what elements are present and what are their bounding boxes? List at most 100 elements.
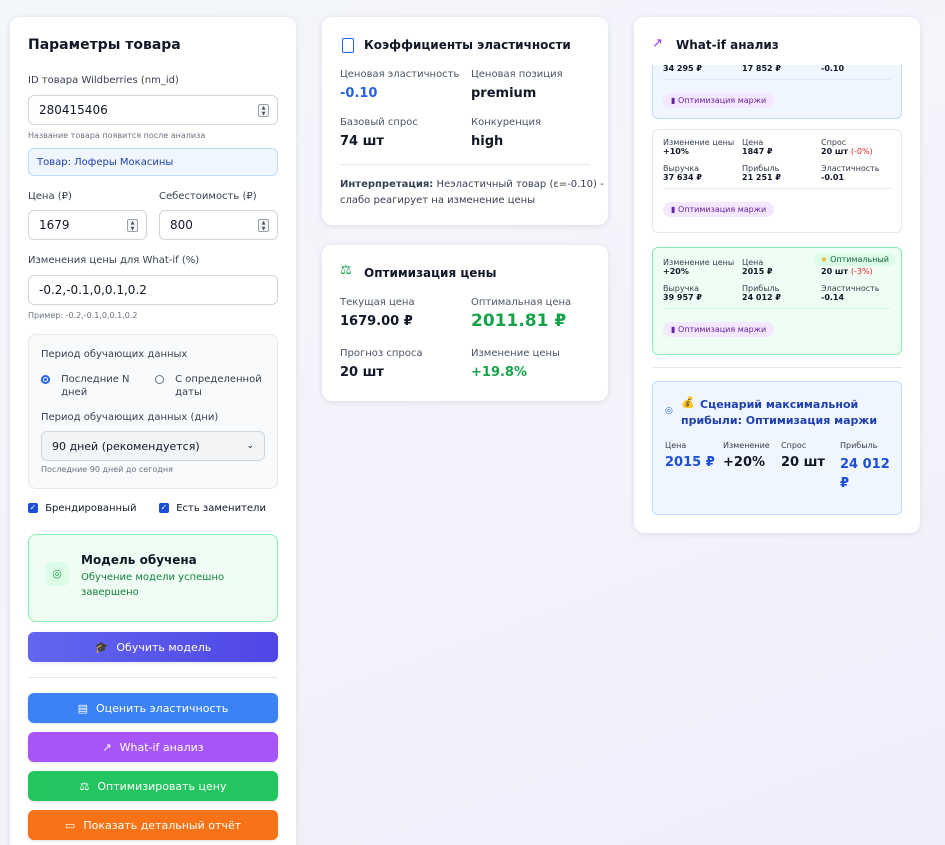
cost-input[interactable]: 800 ▲ ▼ [159, 210, 278, 240]
graduation-cap-icon: 🎓 [94, 640, 109, 654]
radio-unselected-icon[interactable] [155, 375, 164, 384]
days-select-value: 90 дней (рекомендуется) [52, 439, 200, 453]
whatif-button[interactable]: ↗ What-if анализ [28, 732, 278, 762]
best-change-value: +20% [723, 455, 766, 470]
divider [340, 164, 590, 165]
chart-icon: ▮ [671, 96, 676, 105]
best-price-value: 2015 ₽ [665, 455, 715, 470]
optimize-label: Оптимизировать цену [97, 779, 227, 793]
days-hint: Последние 90 дней до сегодня [41, 465, 173, 474]
calculator-icon: ▤ [77, 701, 88, 715]
whatif-title: What-if анализ [676, 38, 779, 52]
interp-label: Интерпретация: [340, 179, 434, 190]
interp-line2: слабо реагирует на изменение цены [340, 195, 536, 206]
money-bag-icon: 💰 [681, 396, 695, 409]
elasticity-label: Эластичность [821, 164, 880, 173]
chart-icon: ▮ [671, 325, 676, 334]
radio-selected-icon[interactable] [41, 375, 50, 384]
id-label: ID товара Wildberries (nm_id) [28, 75, 179, 86]
substitutes-checkbox[interactable]: ✓ Есть заменители [159, 503, 266, 514]
demand-value: 20 шт (-0%) [821, 147, 873, 156]
id-stepper-icon[interactable]: ▲ ▼ [258, 104, 269, 117]
best-title-line2: прибыли: Оптимизация маржи [681, 414, 878, 427]
best-demand-label: Спрос [781, 441, 807, 450]
best-title: Сценарий максимальной [700, 398, 859, 411]
current-price-label: Текущая цена [340, 297, 415, 308]
price-change-value: +19.8% [471, 365, 527, 380]
name-hint: Название товара появится после анализа [28, 131, 206, 140]
product-name: Товар: Лоферы Мокасины [37, 156, 174, 168]
id-input[interactable]: 280415406 ▲ ▼ [28, 95, 278, 125]
changes-input[interactable]: -0.2,-0.1,0,0.1,0.2 [28, 275, 278, 305]
elasticity-button[interactable]: ▤ Оценить эластичность [28, 693, 278, 723]
profit-label: Прибыль [742, 164, 780, 173]
elasticity-value: -0.01 [821, 173, 845, 182]
elasticity-label: Оценить эластичность [95, 701, 229, 715]
best-profit-label: Прибыль [840, 441, 878, 450]
demand-forecast-label: Прогноз спроса [340, 348, 423, 359]
option2-line1: С определенной [175, 374, 262, 385]
demand-delta: (-0%) [850, 147, 873, 156]
period-option-from-date[interactable]: С определенной даты [155, 373, 265, 399]
base-demand-value: 74 шт [340, 134, 384, 149]
position-label: Ценовая позиция [471, 69, 563, 80]
best-change-label: Изменение [723, 441, 770, 450]
id-input-value: 280415406 [39, 103, 108, 117]
days-select[interactable]: 90 дней (рекомендуется) ⌄ [41, 431, 265, 461]
branded-checkbox[interactable]: ✓ Брендированный [28, 503, 136, 514]
whatif-label: What-if анализ [119, 740, 204, 754]
optimize-button[interactable]: ⚖ Оптимизировать цену [28, 771, 278, 801]
model-msg-line2: завершено [81, 587, 139, 598]
base-demand-label: Базовый спрос [340, 117, 418, 128]
period-box: Период обучающих данных Последние N дней… [28, 334, 278, 489]
price-input[interactable]: 1679 ▲ ▼ [28, 210, 147, 240]
strategy-pill: ▮ Оптимизация маржи [663, 322, 775, 337]
product-name-box: Товар: Лоферы Мокасины [28, 148, 278, 176]
optimization-title: Оптимизация цены [364, 266, 497, 280]
strategy-pill: ▮ Оптимизация маржи [663, 93, 775, 108]
change-value: +10% [663, 147, 689, 156]
scenario-plus20[interactable]: ★ Оптимальный Изменение цены +20% Цена 201… [652, 247, 902, 355]
demand-forecast-value: 20 шт [340, 365, 384, 380]
changes-label: Изменения цены для What-if (%) [28, 255, 200, 266]
elasticity-card: Коэффициенты эластичности Ценовая эласти… [322, 17, 608, 225]
price-label: Цена (₽) [28, 191, 72, 202]
scale-icon: ⚖ [79, 779, 90, 793]
divider [28, 677, 278, 678]
change-label: Изменение цены [663, 258, 735, 267]
report-button[interactable]: ▭ Показать детальный отчёт [28, 810, 278, 840]
elasticity-label: Эластичность [821, 284, 880, 293]
option2-line2: даты [175, 387, 202, 398]
demand-value: 20 шт (-3%) [821, 267, 873, 276]
price-stepper-icon[interactable]: ▲ ▼ [127, 219, 138, 232]
optimal-price-value: 2011.81 ₽ [471, 311, 567, 331]
check-icon[interactable]: ✓ [28, 503, 38, 513]
scenario-plus10[interactable]: Изменение цены +10% Цена 1847 ₽ Спрос 20 шт… [652, 129, 902, 233]
model-msg-line1: Обучение модели успешно [81, 572, 225, 583]
revenue-value: 37 634 ₽ [663, 173, 702, 182]
period-option-last-n[interactable]: Последние N дней [41, 373, 141, 399]
changes-example: Пример: -0.2,-0.1,0,0.1,0.2 [28, 311, 138, 320]
current-price-value: 1679.00 ₽ [340, 314, 413, 329]
substitutes-label: Есть заменители [176, 503, 266, 514]
period-title: Период обучающих данных [41, 349, 188, 360]
change-label: Изменение цены [663, 138, 735, 147]
price-label: Цена [742, 258, 764, 267]
best-scenario-box: ◎ 💰 Сценарий максимальной прибыли: Оптим… [652, 381, 902, 515]
train-model-button[interactable]: 🎓 Обучить модель [28, 632, 278, 662]
check-icon[interactable]: ✓ [159, 503, 169, 513]
clipboard-icon [342, 38, 354, 53]
chart-icon: ▮ [671, 205, 676, 214]
position-value: premium [471, 86, 537, 101]
revenue-label: Выручка [663, 284, 700, 293]
file-text-icon: ▭ [64, 818, 76, 832]
partial-profit: 17 852 ₽ [742, 65, 781, 73]
model-msg: Обучение модели успешно завершено [81, 570, 224, 600]
whatif-card: ↗ What-if анализ 34 295 ₽ 17 852 ₽ -0.10… [634, 17, 920, 533]
cost-stepper-icon[interactable]: ▲ ▼ [258, 219, 269, 232]
scenario-list[interactable]: 34 295 ₽ 17 852 ₽ -0.10 ▮ Оптимизация ма… [634, 65, 920, 387]
best-price-label: Цена [665, 441, 687, 450]
price-label: Цена [742, 138, 764, 147]
trending-up-icon: ↗ [652, 36, 663, 51]
elasticity-title: Коэффициенты эластичности [364, 38, 571, 52]
